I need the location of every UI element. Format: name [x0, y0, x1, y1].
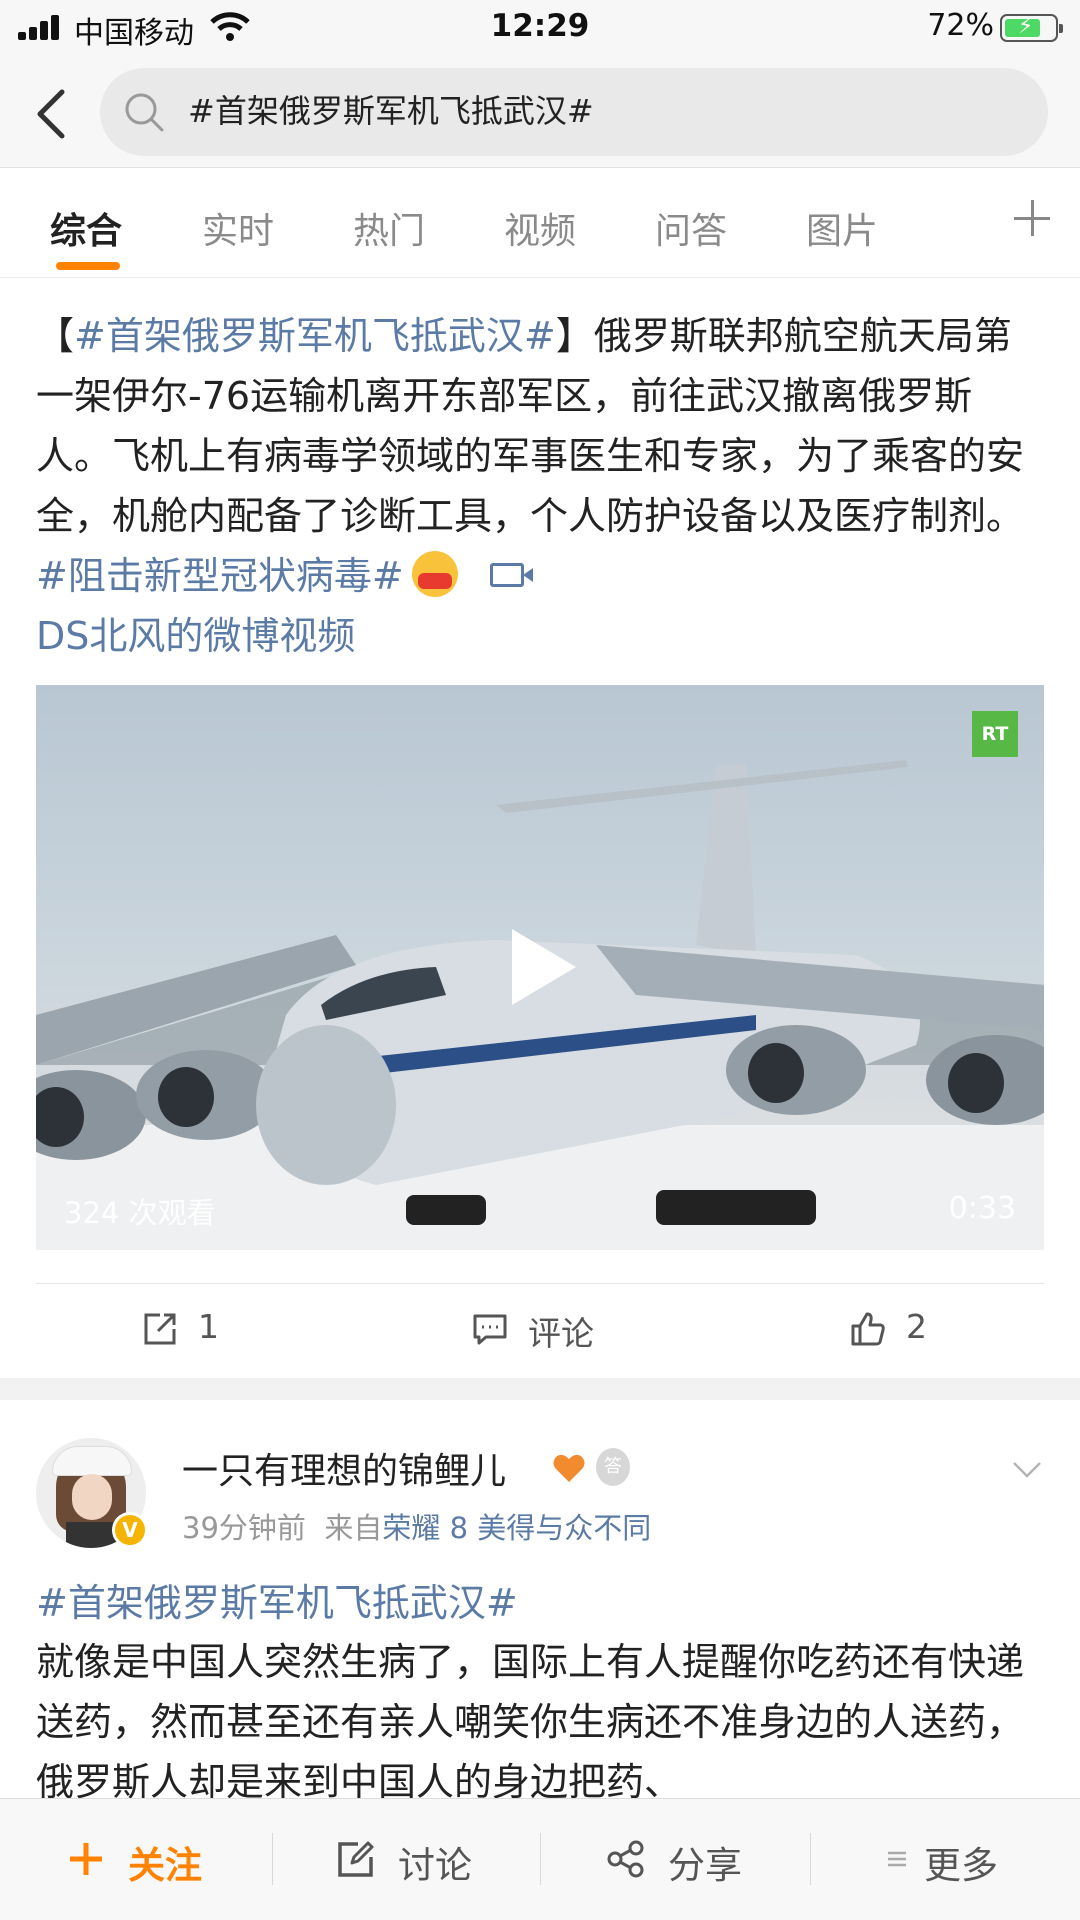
- status-bar: 中国移动 12:29 72% ⚡: [0, 0, 1080, 60]
- search-query: #首架俄罗斯军机飞抵武汉#: [188, 92, 594, 130]
- follow-plus-icon: [70, 1843, 102, 1875]
- battery-percentage: 72%: [927, 8, 994, 43]
- more-label: 更多: [924, 1844, 998, 1887]
- toolbar-divider: [272, 1833, 273, 1885]
- post-time: 39分钟前: [182, 1511, 306, 1545]
- more-icon: [888, 1851, 906, 1867]
- video-link-icon: [489, 563, 533, 587]
- post-meta: 39分钟前 来自荣耀 8 美得与众不同: [182, 1505, 651, 1547]
- tab-realtime[interactable]: 实时: [202, 202, 274, 254]
- tab-comprehensive[interactable]: 综合: [50, 202, 122, 254]
- wuhan-emoji-icon: [411, 551, 458, 597]
- post1-hashtag[interactable]: #首架俄罗斯军机飞抵武汉#: [74, 314, 556, 358]
- edit-icon: [338, 1841, 374, 1877]
- divider: [36, 1283, 1044, 1284]
- comment-icon: [473, 1314, 507, 1345]
- plus-icon[interactable]: [1012, 198, 1052, 238]
- toolbar-divider: [540, 1833, 541, 1885]
- share-label: 分享: [668, 1844, 742, 1887]
- post2-text: 就像是中国人突然生病了，国际上有人提醒你吃药还有快递送药，然而甚至还有亲人嘲笑你…: [36, 1640, 1025, 1804]
- clock: 12:29: [490, 8, 590, 44]
- bottom-toolbar: 关注 讨论 分享 更多: [0, 1798, 1080, 1920]
- tab-video[interactable]: 视频: [504, 202, 576, 254]
- video-duration: 0:33: [948, 1191, 1016, 1226]
- like-icon: [851, 1312, 885, 1346]
- toolbar-divider: [810, 1833, 811, 1885]
- video-source-link[interactable]: DS北风的微博视频: [36, 614, 355, 658]
- repost-count: 1: [198, 1307, 219, 1346]
- section-separator: [0, 1378, 1080, 1400]
- search-header: #首架俄罗斯军机飞抵武汉#: [0, 60, 1080, 168]
- play-icon[interactable]: [512, 929, 576, 1005]
- heart-icon: [553, 1454, 585, 1482]
- tab-qa[interactable]: 问答: [655, 202, 727, 254]
- chevron-down-icon[interactable]: [1010, 1452, 1044, 1486]
- like-count: 2: [906, 1307, 927, 1346]
- comment-label: 评论: [528, 1314, 594, 1353]
- search-icon: [125, 93, 164, 132]
- post-source[interactable]: 荣耀 8 美得与众不同: [382, 1511, 651, 1545]
- medal-icon: 答: [596, 1448, 630, 1486]
- repost-icon: [144, 1313, 176, 1345]
- post2-hashtag[interactable]: #首架俄罗斯军机飞抵武汉#: [36, 1572, 518, 1627]
- channel-logo: RT: [972, 711, 1018, 757]
- post1-bracket: 【: [36, 314, 75, 358]
- back-icon[interactable]: [28, 84, 78, 144]
- post1-text: 【#首架俄罗斯军机飞抵武汉#】俄罗斯联邦航空航天局第一架伊尔-76运输机离开东部…: [36, 306, 1046, 666]
- video-player[interactable]: RT 324 次观看 0:33: [36, 685, 1044, 1250]
- verified-icon: V: [112, 1512, 148, 1548]
- tab-images[interactable]: 图片: [806, 202, 878, 254]
- search-input[interactable]: #首架俄罗斯军机飞抵武汉#: [100, 68, 1048, 156]
- source-prefix: 来自: [324, 1511, 383, 1545]
- battery-icon: ⚡: [1000, 14, 1063, 42]
- active-tab-indicator: [56, 262, 120, 270]
- username[interactable]: 一只有理想的锦鲤儿: [182, 1442, 506, 1494]
- tab-bar: 综合 实时 热门 视频 问答 图片: [0, 168, 1080, 278]
- follow-label: 关注: [128, 1844, 202, 1887]
- discuss-label: 讨论: [398, 1844, 472, 1887]
- view-count: 324 次观看: [64, 1196, 216, 1230]
- share-icon: [607, 1840, 644, 1878]
- post1-hashtag2[interactable]: #阻击新型冠状病毒#: [36, 554, 404, 598]
- tab-hot[interactable]: 热门: [353, 202, 425, 254]
